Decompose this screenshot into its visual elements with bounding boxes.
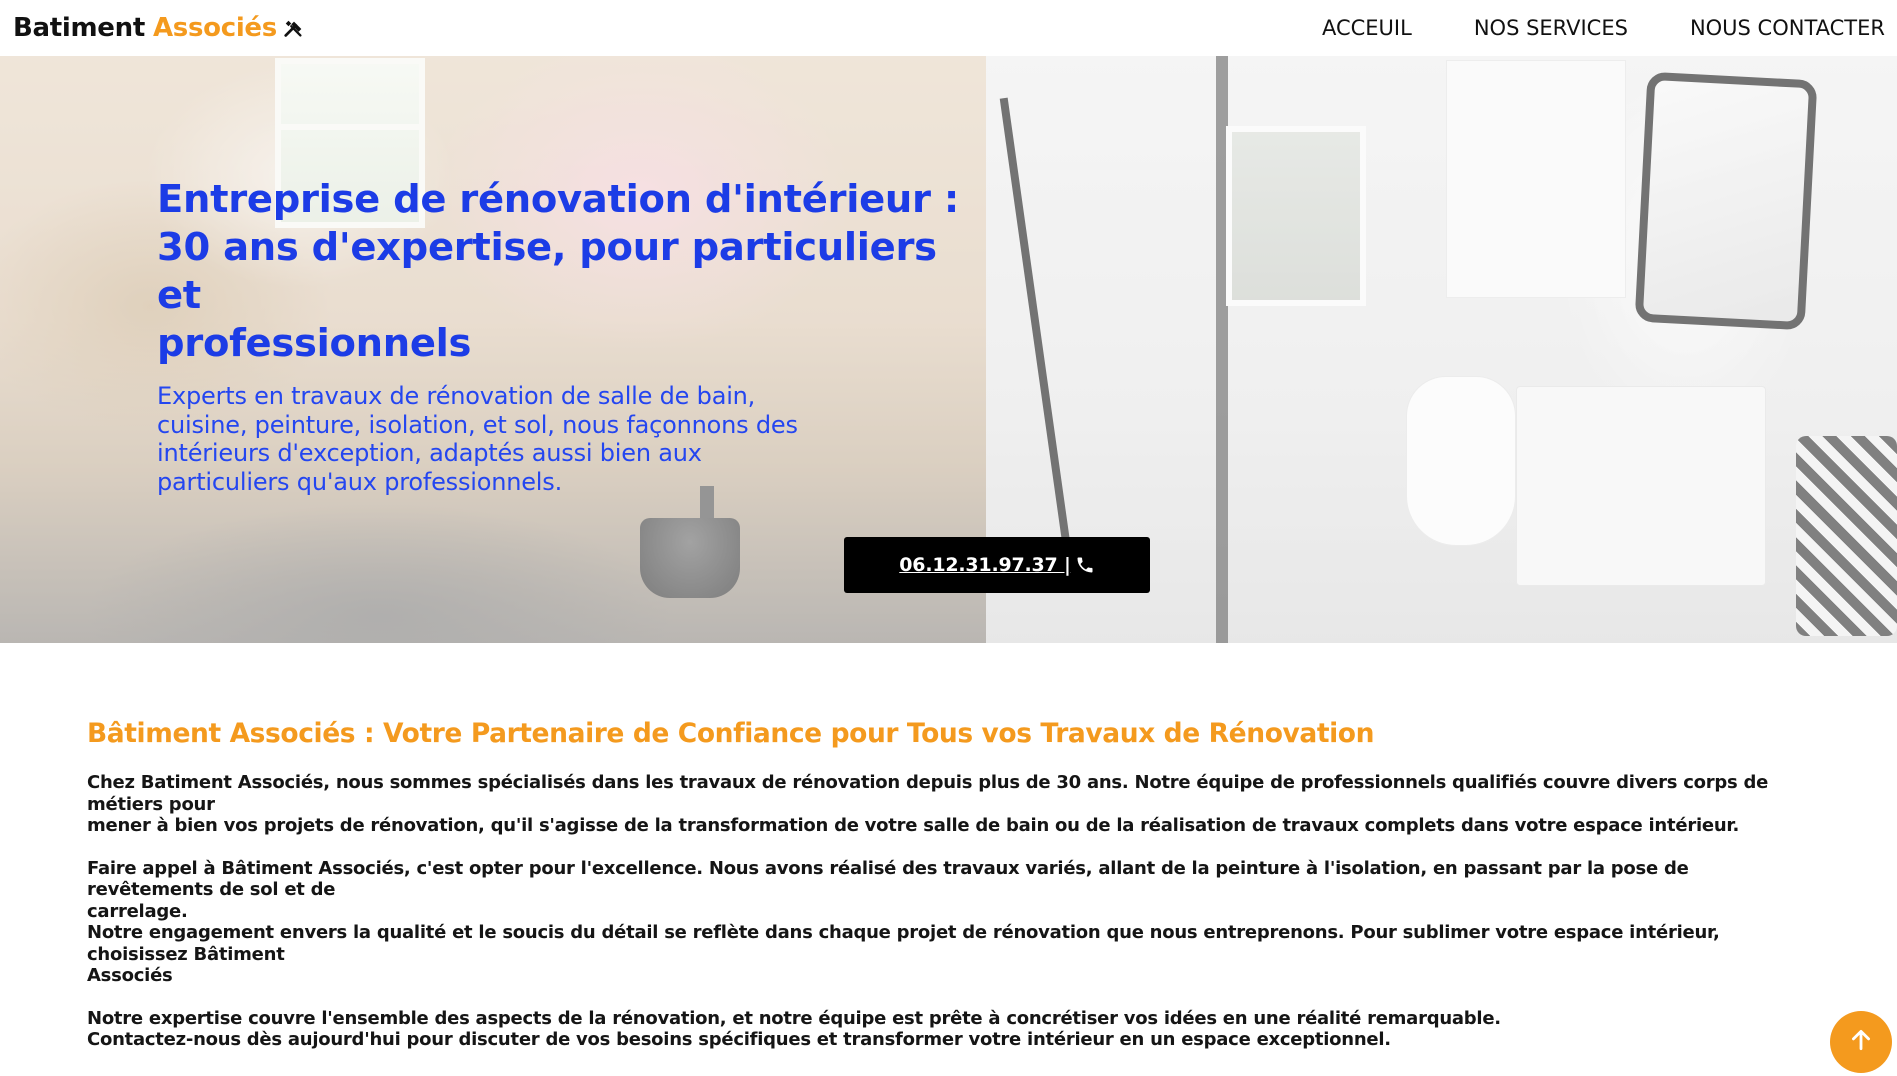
paragraph-line: Chez Batiment Associés, nous sommes spéc…	[87, 772, 1769, 815]
phone-icon	[1075, 555, 1095, 575]
hero-title-line: professionnels	[157, 321, 472, 366]
main-content: Bâtiment Associés : Votre Partenaire de …	[87, 716, 1807, 1051]
paragraph-line: Associés	[87, 965, 173, 986]
hero-subtitle-line: cuisine, peinture, isolation, et sol, no…	[157, 410, 798, 439]
tools-icon	[283, 17, 305, 39]
hero-subtitle-line: particuliers qu'aux professionnels.	[157, 467, 563, 496]
paragraph-line: carrelage.	[87, 900, 188, 922]
hero-banner: Entreprise de rénovation d'intérieur : 3…	[0, 56, 1897, 643]
nav-item-accueil[interactable]: ACCEUIL	[1322, 16, 1412, 40]
paragraph-line: Contactez-nous dès aujourd'hui pour disc…	[87, 1029, 1391, 1050]
hero-subtitle: Experts en travaux de rénovation de sall…	[157, 382, 817, 496]
nav-item-services[interactable]: NOS SERVICES	[1474, 16, 1628, 40]
nav-item-contact[interactable]: NOUS CONTACTER	[1690, 16, 1885, 40]
hero-title: Entreprise de rénovation d'intérieur : 3…	[157, 176, 967, 368]
paragraph-line: mener à bien vos projets de rénovation, …	[87, 815, 1740, 836]
hero-title-line: Entreprise de rénovation d'intérieur :	[157, 177, 959, 222]
content-paragraph: Chez Batiment Associés, nous sommes spéc…	[87, 772, 1807, 837]
content-paragraph: Faire appel à Bâtiment Associés, c'est o…	[87, 858, 1807, 987]
arrow-up-icon	[1848, 1027, 1874, 1057]
content-paragraph: Notre expertise couvre l'ensemble des as…	[87, 1008, 1807, 1051]
section-title: Bâtiment Associés : Votre Partenaire de …	[87, 718, 1375, 749]
logo-text-primary: Batiment	[13, 13, 145, 43]
main-nav: ACCEUIL NOS SERVICES NOUS CONTACTER	[1260, 16, 1885, 40]
scroll-to-top-button[interactable]	[1830, 1011, 1892, 1073]
navbar: Batiment Associés ACCEUIL NOS SERVICES N…	[0, 0, 1897, 56]
paragraph-line: Faire appel à Bâtiment Associés, c'est o…	[87, 857, 1689, 901]
paragraph-line: Notre engagement envers la qualité et le…	[87, 922, 1720, 965]
logo[interactable]: Batiment Associés	[13, 13, 305, 43]
hero-subtitle-line: Experts en travaux de rénovation de sall…	[157, 382, 756, 410]
hero-subtitle-line: intérieurs d'exception, adaptés aussi bi…	[157, 439, 702, 468]
paragraph-line: Notre expertise couvre l'ensemble des as…	[87, 1007, 1501, 1029]
phone-call-button[interactable]: 06.12.31.97.37 |	[844, 537, 1150, 593]
logo-text-accent: Associés	[152, 13, 277, 43]
hero-title-line: 30 ans d'expertise, pour particuliers et	[157, 225, 937, 318]
phone-number: 06.12.31.97.37 |	[899, 554, 1071, 576]
